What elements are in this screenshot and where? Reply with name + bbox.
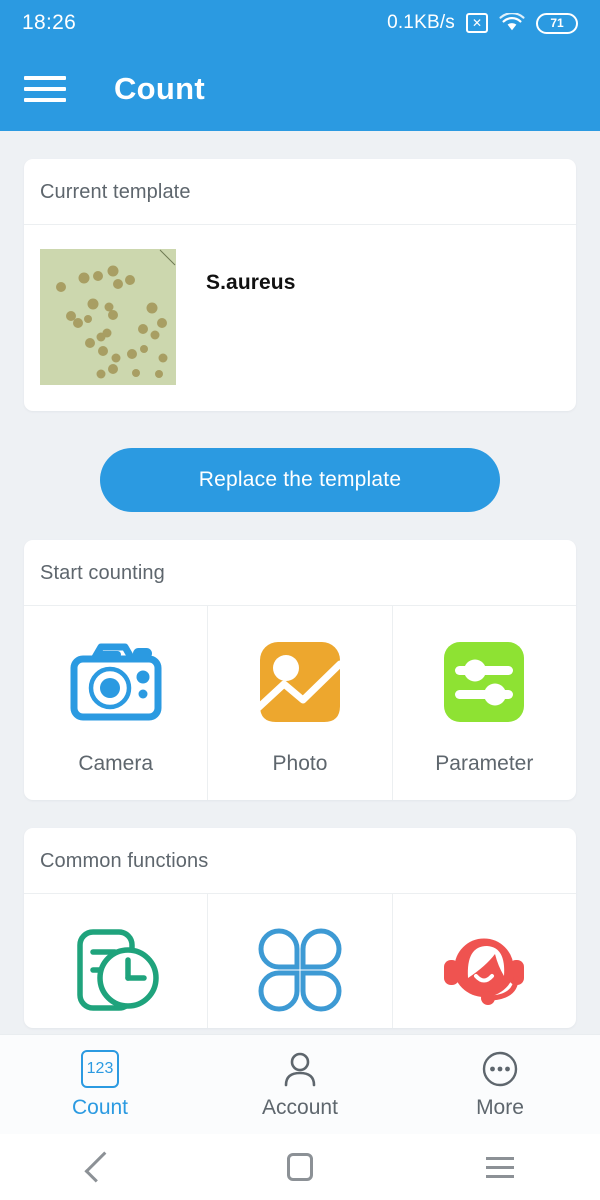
start-counting-header: Start counting (24, 540, 576, 606)
tab-more[interactable]: More (400, 1049, 600, 1120)
customer-service-headset-icon (436, 922, 532, 1018)
start-counting-card: Start counting Camera Photo Parameter (24, 540, 576, 800)
current-template-card: Current template S.aureus (24, 159, 576, 411)
common-functions-item-support[interactable] (391, 894, 576, 1028)
start-counting-grid: Camera Photo Parameter (24, 606, 576, 800)
page-title: Count (114, 70, 206, 106)
status-indicators: 0.1KB/s ✕ 71 (387, 12, 578, 34)
current-template-header: Current template (24, 159, 576, 225)
app-screen: 18:26 0.1KB/s ✕ 71 Count Current templat… (0, 0, 600, 1200)
tab-label-count: Count (71, 1096, 129, 1119)
123-box-icon: 123 (78, 1049, 122, 1089)
start-counting-item-camera[interactable]: Camera (24, 606, 207, 800)
tab-account[interactable]: Account (200, 1049, 400, 1120)
tab-count[interactable]: 123 Count (0, 1049, 200, 1120)
recents-lines-icon[interactable] (400, 1156, 600, 1178)
bottom-tab-bar: 123 Count Account More (0, 1034, 600, 1134)
four-petal-grid-icon (252, 922, 348, 1018)
photo-image-icon (252, 634, 348, 730)
common-functions-item-history[interactable] (24, 894, 207, 1028)
android-nav-bar (0, 1134, 600, 1200)
replace-template-button-wrap: Replace the template (24, 448, 576, 512)
person-icon (278, 1049, 322, 1089)
app-bar: Count (0, 46, 600, 131)
network-speed-text: 0.1KB/s (387, 12, 455, 33)
sliders-icon (436, 634, 532, 730)
hamburger-menu-icon[interactable] (24, 72, 68, 106)
x-box-icon: ✕ (466, 13, 488, 33)
tab-label-more: More (476, 1096, 524, 1119)
home-square-icon[interactable] (200, 1153, 400, 1181)
history-record-icon (68, 922, 164, 1018)
start-counting-label-parameter: Parameter (435, 752, 534, 775)
common-functions-card: Common functions (24, 828, 576, 1028)
start-counting-label-photo: Photo (272, 752, 328, 775)
start-counting-label-camera: Camera (78, 752, 154, 775)
wifi-icon (499, 13, 525, 31)
start-counting-item-photo[interactable]: Photo (207, 606, 391, 800)
common-functions-header: Common functions (24, 828, 576, 894)
battery-level-text: 71 (550, 16, 564, 30)
replace-template-button[interactable]: Replace the template (100, 448, 500, 512)
status-time: 18:26 (22, 11, 77, 34)
camera-icon (68, 634, 164, 730)
back-chevron-icon[interactable] (0, 1151, 200, 1183)
template-name: S.aureus (206, 271, 296, 294)
tab-label-account: Account (262, 1096, 338, 1119)
battery-icon: 71 (536, 12, 578, 34)
status-bar: 18:26 0.1KB/s ✕ 71 (0, 0, 600, 46)
current-template-row[interactable]: S.aureus (24, 225, 576, 411)
petri-dish-colonies-thumbnail[interactable] (40, 249, 176, 385)
common-functions-item-apps[interactable] (207, 894, 391, 1028)
ellipsis-circle-icon (478, 1049, 522, 1089)
start-counting-item-parameter[interactable]: Parameter (391, 606, 576, 800)
common-functions-grid (24, 894, 576, 1028)
main-content: Current template S.aureus Replace the te… (0, 131, 600, 1034)
